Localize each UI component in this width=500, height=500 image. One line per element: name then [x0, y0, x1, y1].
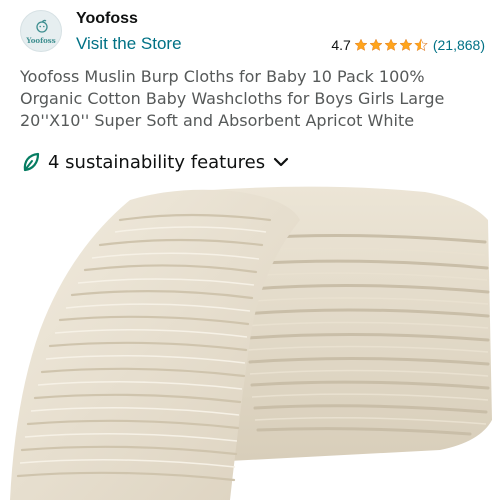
star-full-icon: [384, 38, 398, 51]
product-image[interactable]: [0, 180, 500, 500]
rating-count[interactable]: (21,868): [433, 37, 485, 53]
visit-store-link[interactable]: Visit the Store: [76, 34, 182, 54]
store-name[interactable]: Yoofoss: [76, 10, 138, 28]
star-full-icon: [399, 38, 413, 51]
logo-wordmark: Yoofoss: [26, 36, 56, 45]
star-half-icon: [414, 38, 428, 51]
store-logo[interactable]: Yoofoss: [20, 10, 62, 52]
rating-summary[interactable]: 4.7 (21,868): [331, 36, 485, 54]
star-rating: [354, 38, 429, 52]
star-full-icon: [369, 38, 383, 51]
sustainability-features-toggle[interactable]: 4 sustainability features: [22, 150, 289, 174]
star-full-icon: [354, 38, 368, 51]
rating-value: 4.7: [331, 37, 351, 53]
product-title: Yoofoss Muslin Burp Cloths for Baby 10 P…: [20, 67, 445, 130]
sustainability-label: 4 sustainability features: [48, 151, 266, 173]
store-header: Yoofoss Yoofoss Visit the Store 4.7 (21,…: [20, 8, 485, 56]
leaf-icon: [23, 152, 40, 172]
chevron-down-icon: [273, 157, 289, 167]
baby-face-icon: [36, 19, 48, 33]
folded-cloths-illustration: [10, 186, 492, 500]
